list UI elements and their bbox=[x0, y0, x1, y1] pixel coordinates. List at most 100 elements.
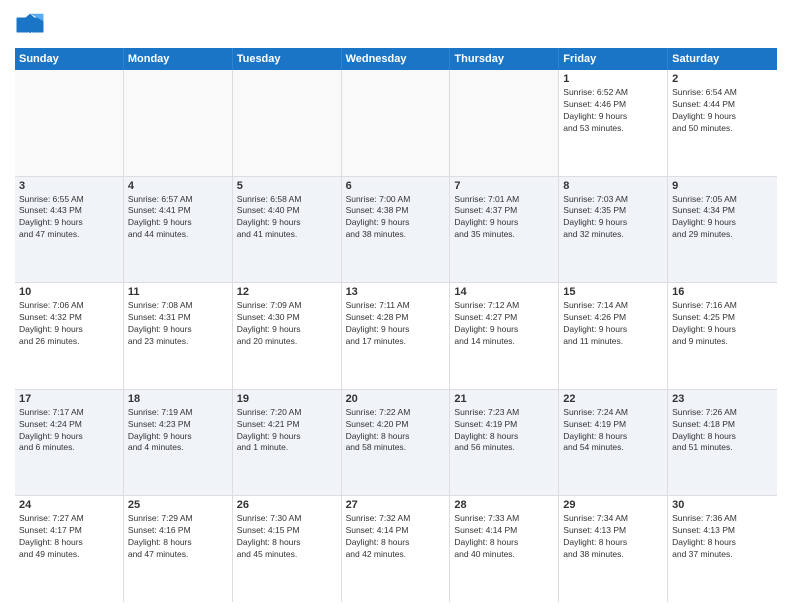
day-info: Sunrise: 6:55 AM Sunset: 4:43 PM Dayligh… bbox=[19, 194, 119, 242]
calendar-cell-5: 5 Sunrise: 6:58 AM Sunset: 4:40 PM Daylig… bbox=[233, 177, 342, 283]
header bbox=[15, 10, 777, 40]
day-info: Sunrise: 7:05 AM Sunset: 4:34 PM Dayligh… bbox=[672, 194, 773, 242]
calendar-cell-18: 18 Sunrise: 7:19 AM Sunset: 4:23 PM Dayli… bbox=[124, 390, 233, 496]
day-info: Sunrise: 6:52 AM Sunset: 4:46 PM Dayligh… bbox=[563, 87, 663, 135]
day-number: 19 bbox=[237, 393, 337, 405]
calendar-body: 1 Sunrise: 6:52 AM Sunset: 4:46 PM Daylig… bbox=[15, 70, 777, 602]
day-number: 15 bbox=[563, 286, 663, 298]
day-info: Sunrise: 7:17 AM Sunset: 4:24 PM Dayligh… bbox=[19, 407, 119, 455]
day-number: 10 bbox=[19, 286, 119, 298]
day-info: Sunrise: 7:27 AM Sunset: 4:17 PM Dayligh… bbox=[19, 513, 119, 561]
day-info: Sunrise: 7:30 AM Sunset: 4:15 PM Dayligh… bbox=[237, 513, 337, 561]
header-day-monday: Monday bbox=[124, 48, 233, 70]
day-number: 1 bbox=[563, 73, 663, 85]
calendar-cell-11: 11 Sunrise: 7:08 AM Sunset: 4:31 PM Dayli… bbox=[124, 283, 233, 389]
calendar-row-0: 1 Sunrise: 6:52 AM Sunset: 4:46 PM Daylig… bbox=[15, 70, 777, 177]
day-number: 2 bbox=[672, 73, 773, 85]
calendar-cell-8: 8Sunrise: 7:03 AM Sunset: 4:35 PM Daylig… bbox=[559, 177, 668, 283]
day-number: 21 bbox=[454, 393, 554, 405]
calendar-cell-21: 21 Sunrise: 7:23 AM Sunset: 4:19 PM Dayli… bbox=[450, 390, 559, 496]
calendar-row-4: 24 Sunrise: 7:27 AM Sunset: 4:17 PM Dayli… bbox=[15, 496, 777, 602]
day-number: 6 bbox=[346, 180, 446, 192]
day-number: 5 bbox=[237, 180, 337, 192]
calendar-cell-empty bbox=[124, 70, 233, 176]
calendar-cell-6: 6Sunrise: 7:00 AM Sunset: 4:38 PM Daylig… bbox=[342, 177, 451, 283]
day-number: 3 bbox=[19, 180, 119, 192]
calendar-header: SundayMondayTuesdayWednesdayThursdayFrid… bbox=[15, 48, 777, 70]
day-number: 22 bbox=[563, 393, 663, 405]
calendar-cell-24: 24 Sunrise: 7:27 AM Sunset: 4:17 PM Dayli… bbox=[15, 496, 124, 602]
day-number: 11 bbox=[128, 286, 228, 298]
day-number: 26 bbox=[237, 499, 337, 511]
day-number: 25 bbox=[128, 499, 228, 511]
calendar-row-3: 17 Sunrise: 7:17 AM Sunset: 4:24 PM Dayli… bbox=[15, 390, 777, 497]
day-number: 24 bbox=[19, 499, 119, 511]
day-info: Sunrise: 7:19 AM Sunset: 4:23 PM Dayligh… bbox=[128, 407, 228, 455]
day-info: Sunrise: 7:01 AM Sunset: 4:37 PM Dayligh… bbox=[454, 194, 554, 242]
calendar-cell-empty bbox=[233, 70, 342, 176]
calendar-cell-17: 17 Sunrise: 7:17 AM Sunset: 4:24 PM Dayli… bbox=[15, 390, 124, 496]
day-info: Sunrise: 7:32 AM Sunset: 4:14 PM Dayligh… bbox=[346, 513, 446, 561]
calendar-row-1: 3 Sunrise: 6:55 AM Sunset: 4:43 PM Daylig… bbox=[15, 177, 777, 284]
day-info: Sunrise: 7:34 AM Sunset: 4:13 PM Dayligh… bbox=[563, 513, 663, 561]
logo-icon bbox=[15, 10, 45, 40]
header-day-wednesday: Wednesday bbox=[342, 48, 451, 70]
day-info: Sunrise: 7:06 AM Sunset: 4:32 PM Dayligh… bbox=[19, 300, 119, 348]
header-day-tuesday: Tuesday bbox=[233, 48, 342, 70]
day-info: Sunrise: 7:12 AM Sunset: 4:27 PM Dayligh… bbox=[454, 300, 554, 348]
day-info: Sunrise: 7:24 AM Sunset: 4:19 PM Dayligh… bbox=[563, 407, 663, 455]
calendar: SundayMondayTuesdayWednesdayThursdayFrid… bbox=[15, 48, 777, 602]
day-info: Sunrise: 7:09 AM Sunset: 4:30 PM Dayligh… bbox=[237, 300, 337, 348]
day-info: Sunrise: 7:16 AM Sunset: 4:25 PM Dayligh… bbox=[672, 300, 773, 348]
calendar-cell-14: 14 Sunrise: 7:12 AM Sunset: 4:27 PM Dayli… bbox=[450, 283, 559, 389]
day-info: Sunrise: 7:22 AM Sunset: 4:20 PM Dayligh… bbox=[346, 407, 446, 455]
day-number: 20 bbox=[346, 393, 446, 405]
calendar-cell-29: 29Sunrise: 7:34 AM Sunset: 4:13 PM Dayli… bbox=[559, 496, 668, 602]
calendar-cell-empty bbox=[342, 70, 451, 176]
calendar-cell-empty bbox=[15, 70, 124, 176]
calendar-cell-7: 7 Sunrise: 7:01 AM Sunset: 4:37 PM Daylig… bbox=[450, 177, 559, 283]
day-number: 28 bbox=[454, 499, 554, 511]
day-number: 7 bbox=[454, 180, 554, 192]
day-info: Sunrise: 7:14 AM Sunset: 4:26 PM Dayligh… bbox=[563, 300, 663, 348]
day-info: Sunrise: 6:58 AM Sunset: 4:40 PM Dayligh… bbox=[237, 194, 337, 242]
calendar-cell-30: 30 Sunrise: 7:36 AM Sunset: 4:13 PM Dayli… bbox=[668, 496, 777, 602]
day-info: Sunrise: 6:54 AM Sunset: 4:44 PM Dayligh… bbox=[672, 87, 773, 135]
calendar-cell-4: 4 Sunrise: 6:57 AM Sunset: 4:41 PM Daylig… bbox=[124, 177, 233, 283]
logo bbox=[15, 10, 47, 40]
day-number: 12 bbox=[237, 286, 337, 298]
day-number: 18 bbox=[128, 393, 228, 405]
calendar-cell-13: 13 Sunrise: 7:11 AM Sunset: 4:28 PM Dayli… bbox=[342, 283, 451, 389]
calendar-cell-16: 16Sunrise: 7:16 AM Sunset: 4:25 PM Dayli… bbox=[668, 283, 777, 389]
day-info: Sunrise: 7:36 AM Sunset: 4:13 PM Dayligh… bbox=[672, 513, 773, 561]
calendar-cell-22: 22 Sunrise: 7:24 AM Sunset: 4:19 PM Dayli… bbox=[559, 390, 668, 496]
day-number: 14 bbox=[454, 286, 554, 298]
day-number: 9 bbox=[672, 180, 773, 192]
day-info: Sunrise: 7:29 AM Sunset: 4:16 PM Dayligh… bbox=[128, 513, 228, 561]
calendar-cell-12: 12 Sunrise: 7:09 AM Sunset: 4:30 PM Dayli… bbox=[233, 283, 342, 389]
day-number: 27 bbox=[346, 499, 446, 511]
calendar-cell-26: 26 Sunrise: 7:30 AM Sunset: 4:15 PM Dayli… bbox=[233, 496, 342, 602]
calendar-cell-15: 15 Sunrise: 7:14 AM Sunset: 4:26 PM Dayli… bbox=[559, 283, 668, 389]
day-number: 4 bbox=[128, 180, 228, 192]
day-number: 30 bbox=[672, 499, 773, 511]
calendar-cell-28: 28 Sunrise: 7:33 AM Sunset: 4:14 PM Dayli… bbox=[450, 496, 559, 602]
header-day-thursday: Thursday bbox=[450, 48, 559, 70]
calendar-cell-27: 27 Sunrise: 7:32 AM Sunset: 4:14 PM Dayli… bbox=[342, 496, 451, 602]
day-info: Sunrise: 7:11 AM Sunset: 4:28 PM Dayligh… bbox=[346, 300, 446, 348]
calendar-cell-2: 2 Sunrise: 6:54 AM Sunset: 4:44 PM Daylig… bbox=[668, 70, 777, 176]
day-info: Sunrise: 7:26 AM Sunset: 4:18 PM Dayligh… bbox=[672, 407, 773, 455]
day-info: Sunrise: 6:57 AM Sunset: 4:41 PM Dayligh… bbox=[128, 194, 228, 242]
calendar-cell-10: 10 Sunrise: 7:06 AM Sunset: 4:32 PM Dayli… bbox=[15, 283, 124, 389]
header-day-sunday: Sunday bbox=[15, 48, 124, 70]
calendar-cell-1: 1 Sunrise: 6:52 AM Sunset: 4:46 PM Daylig… bbox=[559, 70, 668, 176]
day-info: Sunrise: 7:08 AM Sunset: 4:31 PM Dayligh… bbox=[128, 300, 228, 348]
day-number: 13 bbox=[346, 286, 446, 298]
day-info: Sunrise: 7:33 AM Sunset: 4:14 PM Dayligh… bbox=[454, 513, 554, 561]
day-info: Sunrise: 7:23 AM Sunset: 4:19 PM Dayligh… bbox=[454, 407, 554, 455]
calendar-cell-25: 25 Sunrise: 7:29 AM Sunset: 4:16 PM Dayli… bbox=[124, 496, 233, 602]
calendar-cell-9: 9 Sunrise: 7:05 AM Sunset: 4:34 PM Daylig… bbox=[668, 177, 777, 283]
calendar-row-2: 10 Sunrise: 7:06 AM Sunset: 4:32 PM Dayli… bbox=[15, 283, 777, 390]
calendar-cell-20: 20 Sunrise: 7:22 AM Sunset: 4:20 PM Dayli… bbox=[342, 390, 451, 496]
day-number: 17 bbox=[19, 393, 119, 405]
